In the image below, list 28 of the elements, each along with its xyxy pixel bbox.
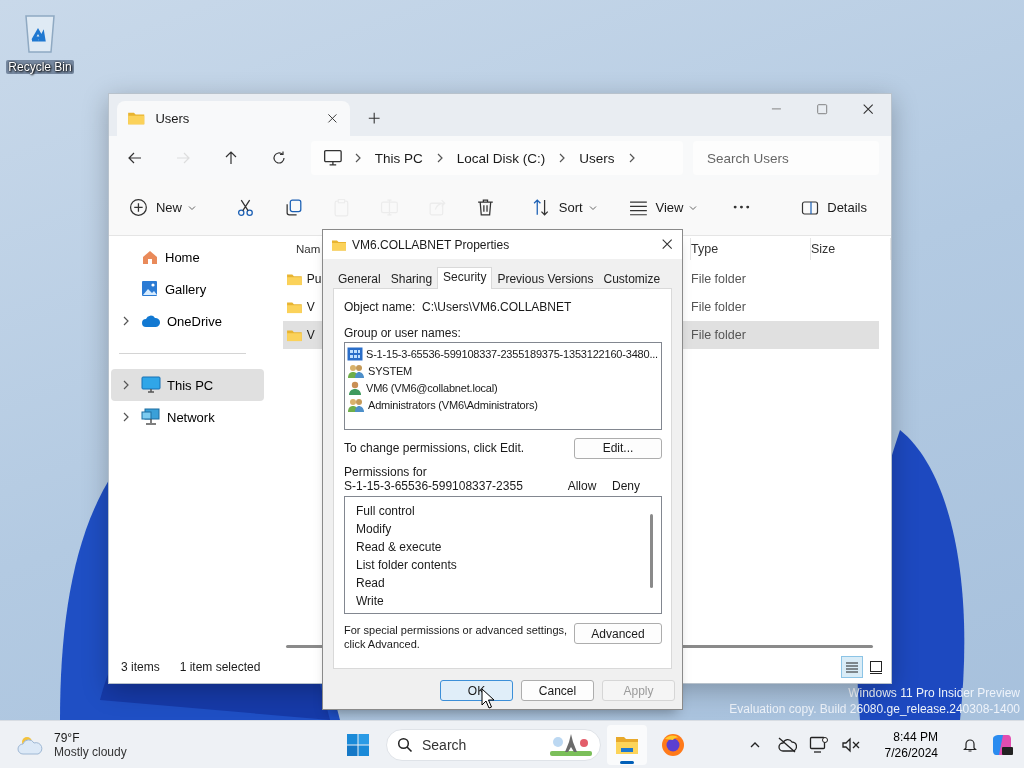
field-label: Group or user names: [344, 326, 462, 340]
status-text: 1 item selected [179, 659, 261, 674]
file-name: V [306, 300, 315, 314]
hint-text: click Advanced. [344, 637, 421, 651]
permission-name: List folder contents [356, 558, 457, 572]
file-type: File folder [691, 300, 746, 314]
object-name: C:\Users\VM6.COLLABNET [422, 300, 572, 314]
permission-name: Full control [356, 504, 415, 518]
permission-name: Read & execute [356, 540, 442, 554]
hint-text: To change permissions, click Edit. [344, 441, 525, 455]
hint-text: For special permissions or advanced settings, [344, 623, 568, 637]
permission-name: Read [356, 576, 385, 590]
permission-name: Modify [356, 522, 392, 536]
column-header: Allow [566, 479, 598, 493]
time: 8:44 PM [893, 728, 938, 745]
dialog-title: VM6.COLLABNET Properties [352, 237, 511, 252]
tab-title: Users [155, 111, 191, 126]
file-name: Pu [306, 272, 322, 286]
status-text: 3 items [121, 659, 160, 674]
date: 7/26/2024 [884, 744, 938, 761]
principal-name: S-1-15-3-65536-599108337-2355 [344, 479, 524, 493]
file-type: File folder [691, 328, 746, 342]
permission-name: Write [356, 594, 384, 608]
field-label: Permissions for [344, 465, 428, 479]
column-header: Deny [612, 479, 641, 493]
file-type: File folder [691, 272, 746, 286]
file-name: V [306, 328, 315, 342]
field-label: Object name: [344, 300, 417, 314]
